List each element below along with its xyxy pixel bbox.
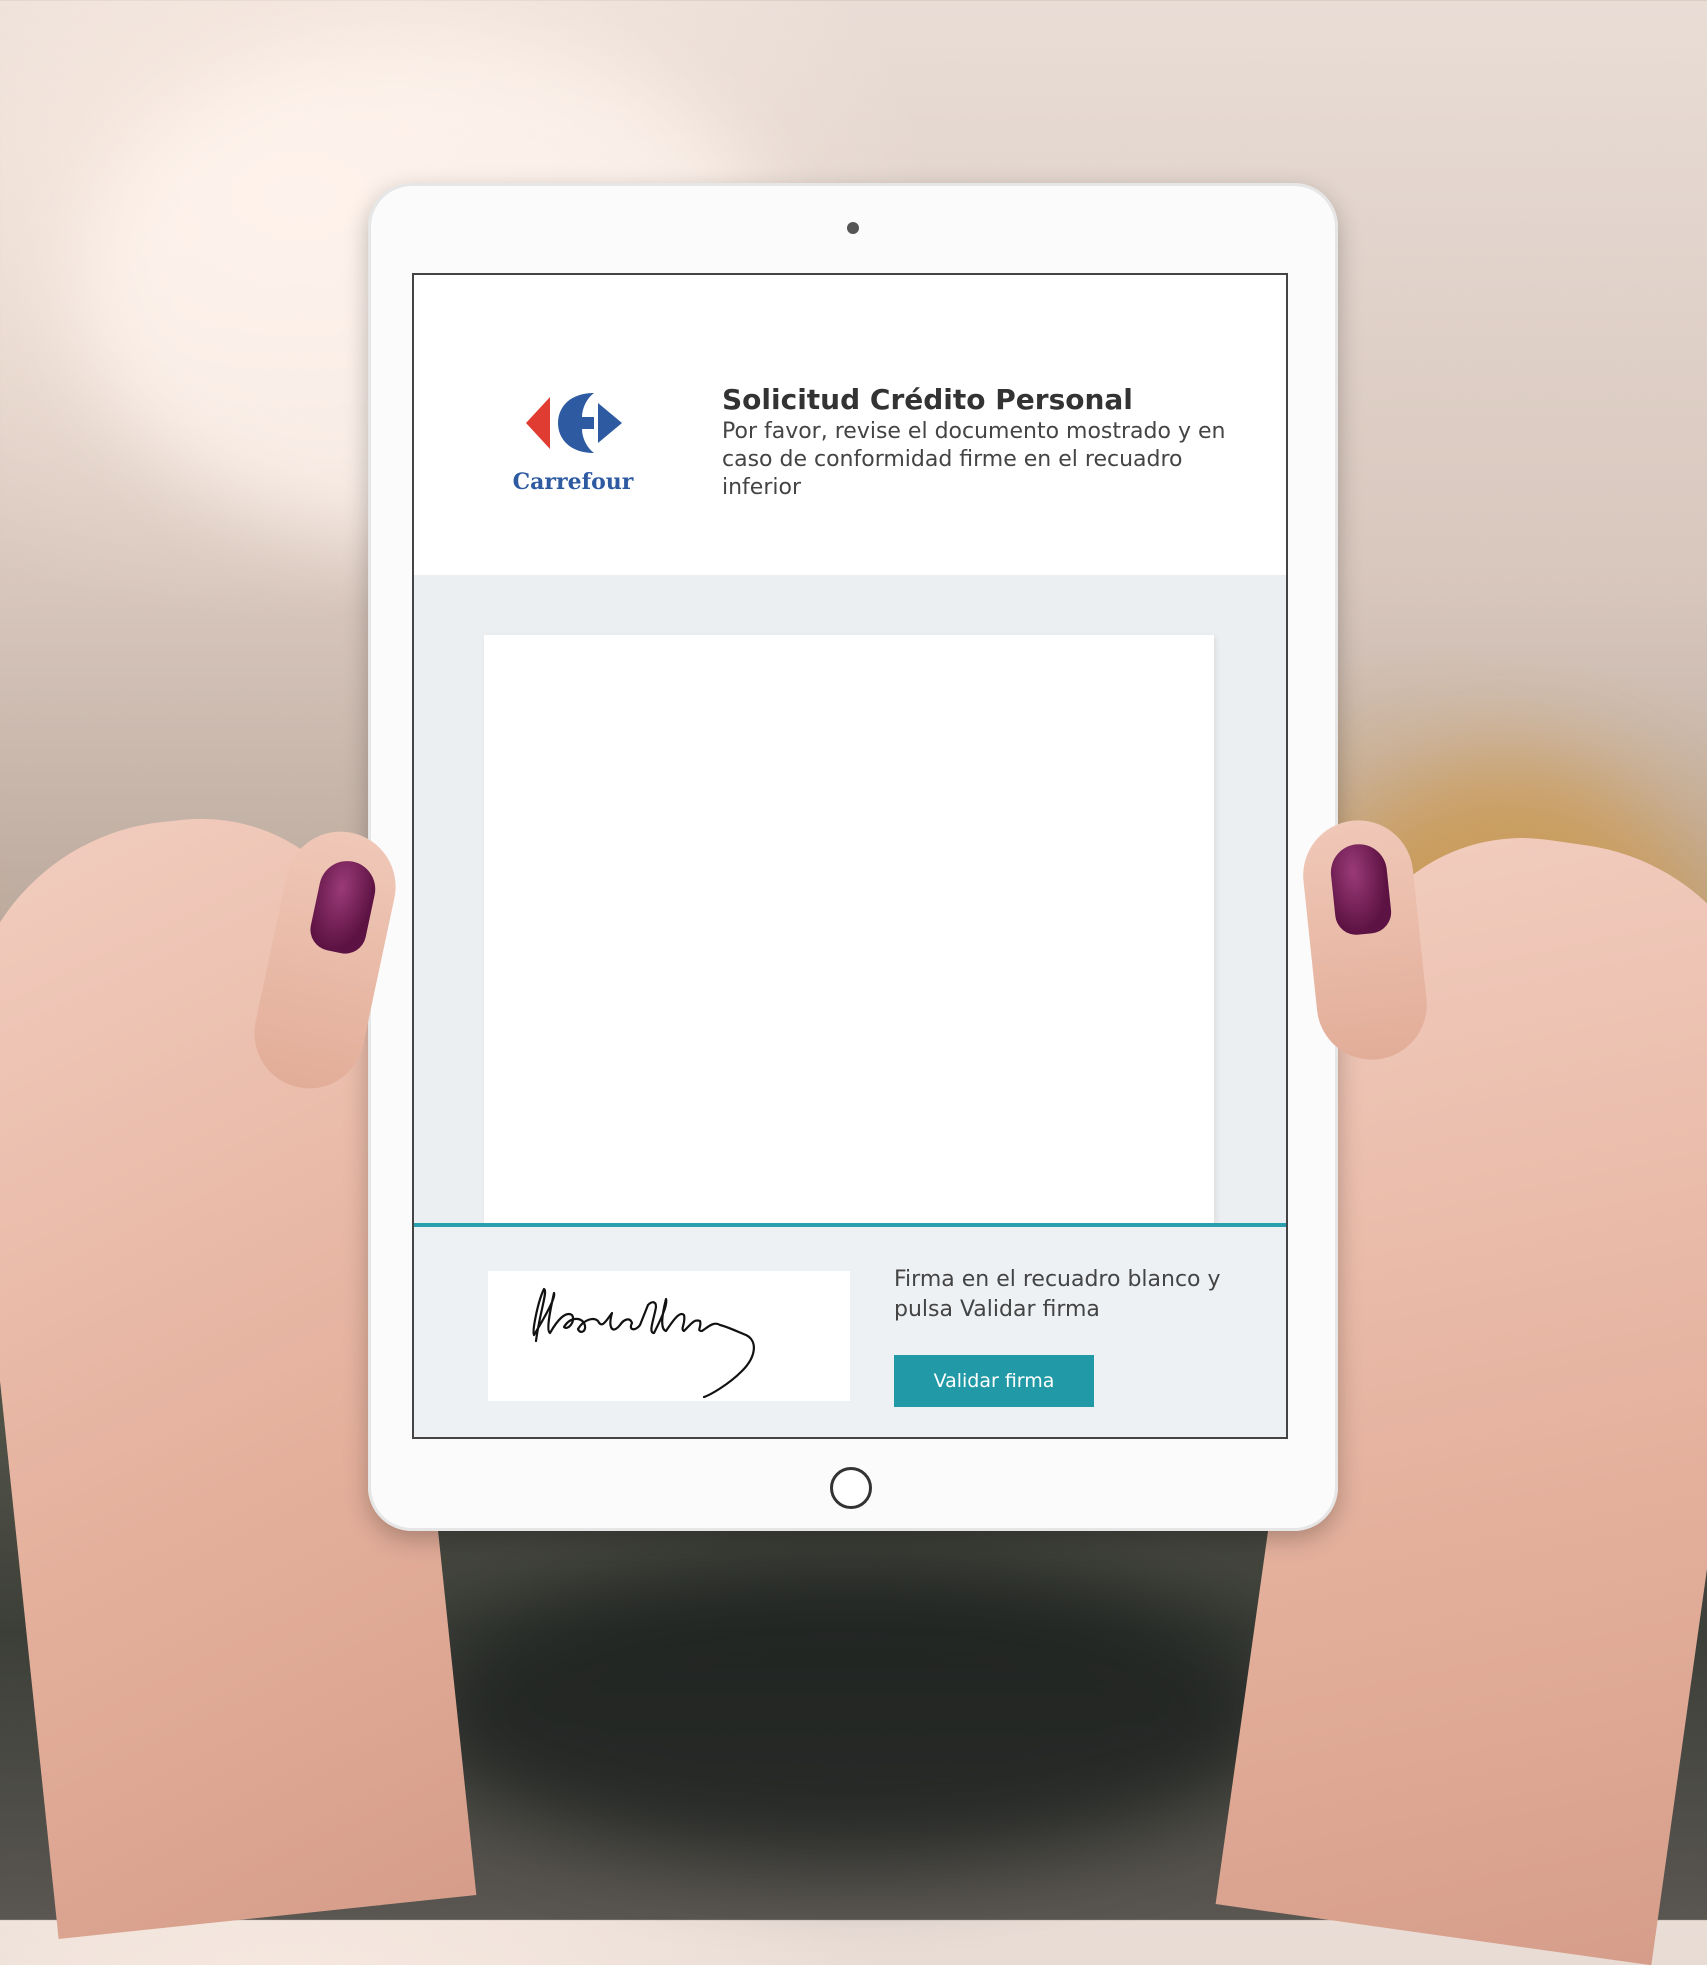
header: Carrefour Solicitud Crédito Personal Por… [414, 275, 1286, 575]
right-thumb-nail [1328, 841, 1394, 937]
signature-section: Firma en el recuadro blanco y pulsa Vali… [414, 1227, 1286, 1437]
page-title: Solicitud Crédito Personal [722, 383, 1133, 416]
carrefour-logo: Carrefour [498, 383, 648, 503]
signature-instructions: Firma en el recuadro blanco y pulsa Vali… [894, 1267, 1221, 1322]
tablet-screen: Carrefour Solicitud Crédito Personal Por… [412, 273, 1288, 1439]
carrefour-logo-icon [526, 393, 622, 453]
left-thumb-nail [306, 855, 381, 958]
camera-icon [847, 222, 859, 234]
signature-pad[interactable] [488, 1271, 850, 1401]
validate-signature-button[interactable]: Validar firma [894, 1355, 1094, 1407]
document-page[interactable] [484, 635, 1214, 1235]
brand-name: Carrefour [512, 469, 634, 495]
document-viewer[interactable] [414, 575, 1286, 1235]
page-subtitle: Por favor, revise el documento mostrado … [722, 419, 1226, 500]
bg-blur-dark [420, 1560, 1280, 1860]
title-block: Solicitud Crédito Personal Por favor, re… [722, 383, 1242, 502]
tablet-device: Carrefour Solicitud Crédito Personal Por… [368, 183, 1338, 1531]
handwritten-signature [532, 1287, 755, 1399]
home-button-icon[interactable] [830, 1467, 872, 1509]
